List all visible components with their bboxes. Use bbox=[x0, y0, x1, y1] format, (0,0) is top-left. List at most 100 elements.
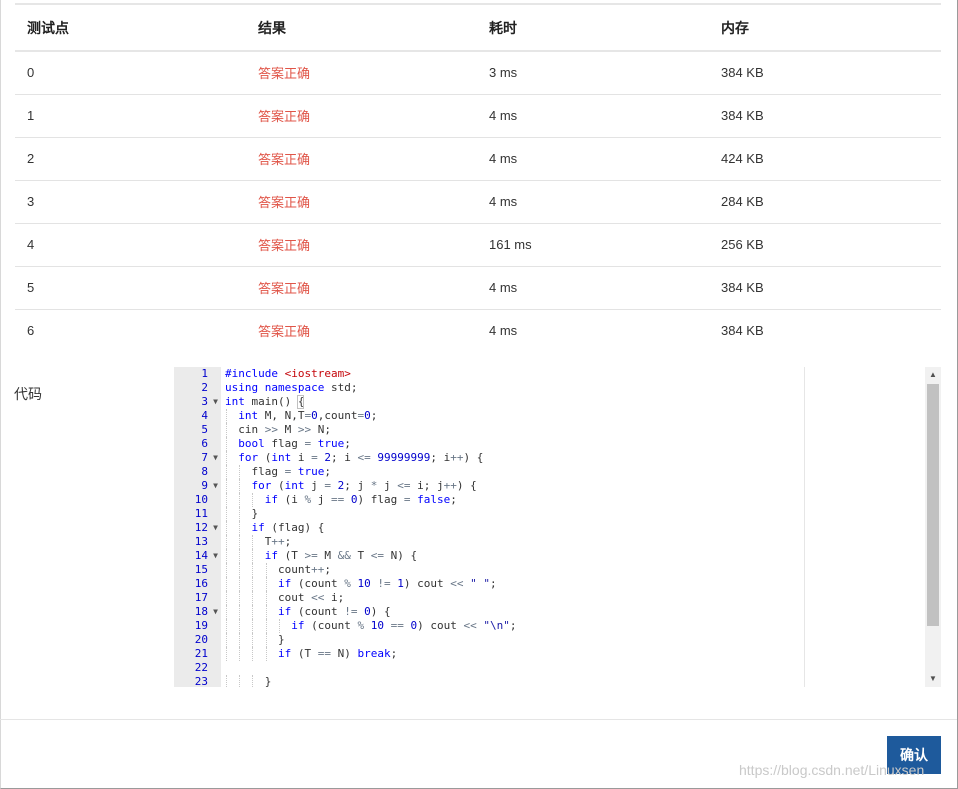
cell-result: 答案正确 bbox=[246, 137, 477, 181]
cell-time: 4 ms bbox=[477, 180, 709, 224]
line-number: 2 bbox=[201, 381, 208, 394]
cell-time: 4 ms bbox=[477, 94, 709, 138]
header-memory: 内存 bbox=[709, 3, 941, 52]
table-row: 2 答案正确 4 ms 424 KB bbox=[15, 137, 941, 181]
code-line: T++; bbox=[225, 535, 292, 548]
table-row: 4 答案正确 161 ms 256 KB bbox=[15, 223, 941, 267]
cell-memory: 424 KB bbox=[709, 137, 941, 181]
indent-guide bbox=[252, 549, 254, 563]
indent-guide bbox=[226, 549, 227, 563]
indent-guide bbox=[226, 591, 227, 605]
code-line: if (T == N) break; bbox=[277, 647, 398, 660]
indent-guide bbox=[239, 605, 241, 619]
table-row: 5 答案正确 4 ms 384 KB bbox=[15, 266, 941, 310]
code-line: bool flag = true; bbox=[238, 437, 351, 450]
code-line: cout << i; bbox=[225, 591, 345, 604]
cell-time: 4 ms bbox=[489, 323, 518, 339]
line-number: 1 bbox=[201, 367, 208, 380]
fold-caret-icon[interactable]: ▼ bbox=[213, 395, 218, 409]
indent-guide bbox=[239, 465, 241, 479]
indent-guide bbox=[265, 647, 267, 661]
line-number: 21 bbox=[194, 647, 208, 660]
indent-guide bbox=[265, 591, 267, 605]
line-number: 18 ▼ bbox=[194, 605, 218, 619]
code-text-area[interactable]: #include <iostream> using namespace std; i… bbox=[225, 367, 924, 687]
indent-guide bbox=[252, 647, 254, 661]
indent-guide bbox=[226, 465, 227, 479]
code-line: for (int i = 2; i <= 99999999; i++) { bbox=[238, 451, 484, 464]
header-test-point: 测试点 bbox=[15, 3, 246, 52]
indent-guide bbox=[252, 535, 254, 549]
scrollbar-thumb[interactable] bbox=[927, 384, 939, 626]
indent-guide bbox=[252, 493, 254, 507]
indent-guide bbox=[226, 619, 227, 633]
code-line: } bbox=[225, 507, 259, 520]
indent-guide bbox=[226, 535, 227, 549]
line-number: 13 bbox=[194, 535, 208, 548]
fold-caret-icon[interactable]: ▼ bbox=[213, 605, 218, 619]
cell-result: 答案正确 bbox=[246, 180, 477, 224]
table-row: 0 答案正确 3 ms 384 KB bbox=[15, 51, 941, 95]
scroll-down-icon[interactable]: ▼ bbox=[925, 671, 941, 687]
indent-guide bbox=[226, 451, 227, 465]
indent-guide bbox=[226, 493, 227, 507]
line-number: 9 ▼ bbox=[201, 479, 218, 493]
indent-guide bbox=[239, 633, 241, 647]
indent-guide bbox=[252, 577, 254, 591]
fold-caret-icon[interactable]: ▼ bbox=[213, 451, 218, 465]
cell-memory: 384 KB bbox=[709, 266, 941, 310]
indent-guide bbox=[239, 549, 241, 563]
line-number: 6 bbox=[201, 437, 208, 450]
code-editor[interactable]: 1 2 3 ▼ 4 5 6 7 ▼ 8 9 ▼ 10 11 12 ▼ 13 14 ▼ 15 16 17 18 ▼ 19 20 21 2… bbox=[174, 367, 941, 687]
fold-caret-icon[interactable]: ▼ bbox=[213, 549, 218, 563]
cell-test-point: 6 bbox=[27, 323, 35, 339]
fold-caret-icon[interactable]: ▼ bbox=[213, 521, 218, 535]
indent-guide bbox=[265, 605, 267, 619]
indent-guide bbox=[226, 409, 227, 423]
line-number: 10 bbox=[194, 493, 208, 506]
editor-vertical-scrollbar[interactable]: ▲ ▼ bbox=[925, 367, 941, 687]
indent-guide bbox=[239, 479, 241, 493]
indent-guide bbox=[226, 423, 227, 437]
cell-memory: 384 KB bbox=[721, 323, 764, 339]
fold-caret-icon[interactable]: ▼ bbox=[213, 479, 218, 493]
code-line: if (count != 0) { bbox=[277, 605, 391, 618]
table-header-row: 测试点 结果 耗时 内存 bbox=[15, 3, 941, 52]
watermark-text: https://blog.csdn.net/Linuxsen bbox=[739, 762, 925, 778]
code-line: using namespace std; bbox=[225, 381, 358, 394]
cell-test-point: 3 bbox=[15, 180, 246, 224]
code-line: flag = true; bbox=[225, 465, 331, 478]
indent-guide bbox=[226, 647, 227, 661]
code-section-label: 代码 bbox=[14, 386, 42, 402]
indent-guide bbox=[278, 619, 280, 633]
table-row: 6 答案正确 4 ms 384 KB bbox=[15, 309, 941, 352]
cell-memory: 256 KB bbox=[709, 223, 941, 267]
code-line: } bbox=[225, 675, 272, 687]
indent-guide bbox=[239, 591, 241, 605]
scroll-up-icon[interactable]: ▲ bbox=[925, 367, 941, 383]
code-line: if (T >= M && T <= N) { bbox=[264, 549, 418, 562]
cell-result: 答案正确 bbox=[246, 223, 477, 267]
indent-guide bbox=[226, 563, 227, 577]
line-number: 7 ▼ bbox=[201, 451, 218, 465]
line-number: 17 bbox=[194, 591, 208, 604]
indent-guide bbox=[226, 521, 227, 535]
cell-test-point: 1 bbox=[15, 94, 246, 138]
indent-guide bbox=[239, 521, 241, 535]
table-row: 3 答案正确 4 ms 284 KB bbox=[15, 180, 941, 224]
cell-test-point: 2 bbox=[15, 137, 246, 181]
line-number: 23 bbox=[194, 675, 208, 687]
indent-guide bbox=[239, 577, 241, 591]
line-number: 15 bbox=[194, 563, 208, 576]
indent-guide bbox=[239, 619, 241, 633]
line-number: 3 ▼ bbox=[201, 395, 218, 409]
cell-test-point: 0 bbox=[15, 51, 246, 95]
indent-guide bbox=[239, 493, 241, 507]
indent-guide bbox=[239, 647, 241, 661]
line-number: 22 bbox=[194, 661, 208, 674]
cell-memory: 384 KB bbox=[709, 51, 941, 95]
code-line: if (i % j == 0) flag = false; bbox=[264, 493, 457, 506]
header-result: 结果 bbox=[246, 3, 477, 52]
line-number: 8 bbox=[201, 465, 208, 478]
cell-time: 161 ms bbox=[477, 223, 709, 267]
